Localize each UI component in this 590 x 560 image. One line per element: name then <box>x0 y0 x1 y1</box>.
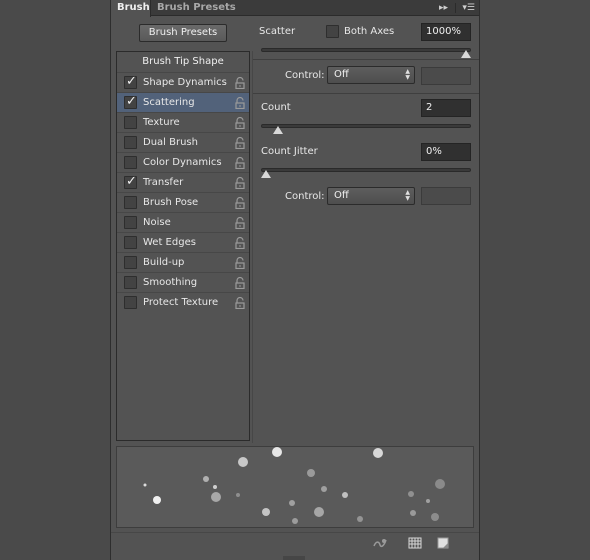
list-item-label: Shape Dynamics <box>143 77 227 88</box>
list-item-label: Noise <box>143 217 171 228</box>
list-item-checkbox[interactable] <box>124 156 137 169</box>
list-item-checkbox[interactable] <box>124 136 137 149</box>
list-item-label: Smoothing <box>143 277 198 288</box>
count-jitter-control-value: Off <box>334 190 349 201</box>
scatter-label: Scatter <box>259 26 296 37</box>
select-arrows-icon: ▲ ▼ <box>405 68 410 81</box>
panel-menu-icon[interactable]: ▾☰ <box>462 3 475 13</box>
panel-footer <box>111 532 479 552</box>
both-axes-checkbox[interactable] <box>326 25 339 38</box>
both-axes-label: Both Axes <box>344 26 395 37</box>
collapse-icon[interactable]: ▸▸ <box>439 3 448 13</box>
list-item-checkbox[interactable] <box>124 216 137 229</box>
tab-menu-separator <box>454 3 456 13</box>
lock-icon[interactable] <box>235 277 245 289</box>
section-separator <box>253 93 479 94</box>
count-jitter-value-input[interactable]: 0% <box>421 143 471 161</box>
list-item-wet-edges[interactable]: Wet Edges <box>117 232 249 252</box>
lock-icon[interactable] <box>235 257 245 269</box>
list-item-texture[interactable]: Texture <box>117 112 249 132</box>
lock-icon[interactable] <box>235 77 245 89</box>
list-item-transfer[interactable]: ✓ Transfer <box>117 172 249 192</box>
count-slider-track[interactable] <box>261 124 471 128</box>
scatter-slider-thumb[interactable] <box>461 50 471 58</box>
background-left <box>0 0 110 560</box>
tab-brush[interactable]: Brush <box>111 0 151 17</box>
list-item-checkbox[interactable] <box>124 256 137 269</box>
list-item-checkbox[interactable]: ✓ <box>124 74 137 89</box>
scatter-control-select[interactable]: Off ▲ ▼ <box>327 66 415 84</box>
list-item-color-dynamics[interactable]: Color Dynamics <box>117 152 249 172</box>
count-value-input[interactable]: 2 <box>421 99 471 117</box>
list-item-label: Color Dynamics <box>143 157 222 168</box>
scatter-value-input[interactable]: 1000% <box>421 23 471 41</box>
list-item-build-up[interactable]: Build-up <box>117 252 249 272</box>
tab-bar-controls: ▸▸ ▾☰ <box>439 2 475 14</box>
brush-stroke-preview <box>116 446 474 528</box>
lock-icon[interactable] <box>235 197 245 209</box>
list-item-label: Texture <box>143 117 180 128</box>
list-item-label: Build-up <box>143 257 185 268</box>
count-jitter-slider-thumb[interactable] <box>261 170 271 178</box>
lock-icon[interactable] <box>235 297 245 309</box>
select-arrows-icon: ▲ ▼ <box>405 189 410 202</box>
list-item-label: Brush Pose <box>143 197 199 208</box>
list-item-smoothing[interactable]: Smoothing <box>117 272 249 292</box>
count-label: Count <box>261 102 291 113</box>
scatter-control-value: Off <box>334 69 349 80</box>
lock-icon[interactable] <box>235 97 245 109</box>
list-item-label: Scattering <box>143 97 195 108</box>
list-item-checkbox[interactable]: ✓ <box>124 94 137 109</box>
count-jitter-label: Count Jitter <box>261 146 318 157</box>
brush-panel: Brush Brush Presets ▸▸ ▾☰ Brush Presets … <box>110 0 480 560</box>
control-label-count-jitter: Control: <box>285 191 325 202</box>
lock-icon[interactable] <box>235 117 245 129</box>
list-item-checkbox[interactable] <box>124 116 137 129</box>
brush-settings-list: Brush Tip Shape ✓ Shape Dynamics ✓ Scatteri… <box>116 51 250 441</box>
list-item-brush-pose[interactable]: Brush Pose <box>117 192 249 212</box>
list-item-label: Protect Texture <box>143 297 219 308</box>
checkmark-icon: ✓ <box>126 174 137 189</box>
control-label-scatter: Control: <box>285 70 325 81</box>
count-slider-thumb[interactable] <box>273 126 283 134</box>
brush-tip-shape-item[interactable]: Brush Tip Shape <box>117 52 249 72</box>
list-item-checkbox[interactable] <box>124 276 137 289</box>
checkmark-icon: ✓ <box>126 74 137 89</box>
list-item-checkbox[interactable] <box>124 236 137 249</box>
tab-bar: Brush Brush Presets ▸▸ ▾☰ <box>111 0 479 17</box>
list-item-checkbox[interactable] <box>124 196 137 209</box>
list-divider <box>252 51 253 443</box>
list-item-noise[interactable]: Noise <box>117 212 249 232</box>
list-item-label: Dual Brush <box>143 137 198 148</box>
tab-brush-presets[interactable]: Brush Presets <box>151 0 242 16</box>
section-separator <box>253 59 479 60</box>
brush-toggle-icon[interactable] <box>373 537 387 549</box>
list-item-dual-brush[interactable]: Dual Brush <box>117 132 249 152</box>
lock-icon[interactable] <box>235 237 245 249</box>
new-preset-icon[interactable] <box>436 537 450 549</box>
list-item-shape-dynamics[interactable]: ✓ Shape Dynamics <box>117 72 249 92</box>
count-jitter-control-input <box>421 187 471 205</box>
scatter-control-input <box>421 67 471 85</box>
lock-icon[interactable] <box>235 157 245 169</box>
list-item-label: Transfer <box>143 177 184 188</box>
lock-icon[interactable] <box>235 177 245 189</box>
count-jitter-control-select[interactable]: Off ▲ ▼ <box>327 187 415 205</box>
count-jitter-slider-track[interactable] <box>261 168 471 172</box>
grid-icon[interactable] <box>408 537 422 549</box>
list-item-protect-texture[interactable]: Protect Texture <box>117 292 249 312</box>
brush-preview-dots <box>143 447 445 524</box>
list-item-checkbox[interactable]: ✓ <box>124 174 137 189</box>
list-item-label: Wet Edges <box>143 237 196 248</box>
resize-grip-icon[interactable] <box>283 556 305 560</box>
lock-icon[interactable] <box>235 217 245 229</box>
lock-icon[interactable] <box>235 137 245 149</box>
background-right <box>480 0 590 560</box>
list-item-scattering[interactable]: ✓ Scattering <box>117 92 249 112</box>
scatter-slider-track[interactable] <box>261 48 471 52</box>
checkmark-icon: ✓ <box>126 94 137 109</box>
list-item-checkbox[interactable] <box>124 296 137 309</box>
brush-presets-button[interactable]: Brush Presets <box>139 24 227 42</box>
